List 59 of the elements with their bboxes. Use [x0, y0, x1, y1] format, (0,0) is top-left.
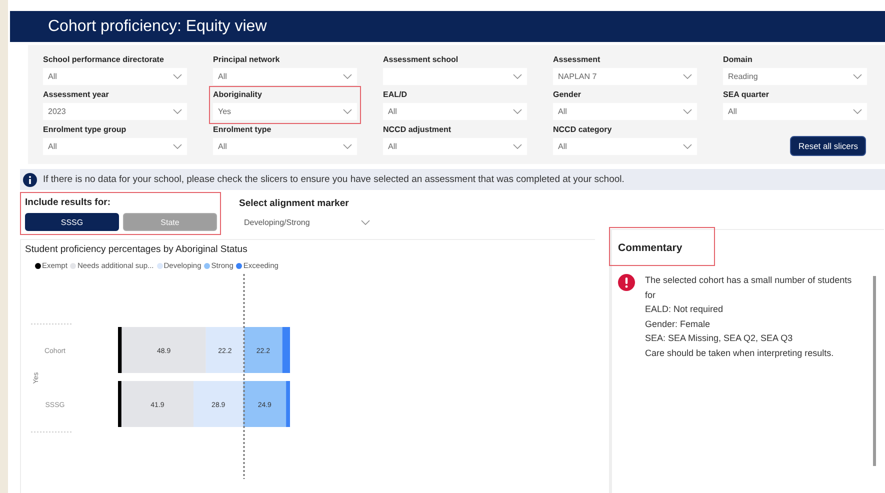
- filter-dropdown[interactable]: [383, 68, 527, 85]
- commentary-line: SEA: SEA Missing, SEA Q2, SEA Q3: [645, 332, 794, 346]
- filter-dropdown[interactable]: 2023: [43, 103, 187, 120]
- chevron-down-icon: [683, 109, 692, 114]
- chevron-down-icon: [361, 220, 370, 225]
- filter-dropdown[interactable]: NAPLAN 7: [553, 68, 697, 85]
- reset-button[interactable]: Reset all slicers: [790, 136, 866, 156]
- filter-label: Enrolment type group: [43, 125, 128, 134]
- filter-label: Enrolment type: [213, 125, 272, 134]
- filter-label: SEA quarter: [723, 90, 770, 99]
- commentary-title: Commentary: [618, 242, 682, 254]
- filter-label: Aboriginality: [213, 90, 263, 99]
- filter-dropdown[interactable]: All: [553, 138, 697, 155]
- chevron-down-icon: [853, 74, 862, 79]
- commentary-line: EALD: Not required: [645, 303, 724, 316]
- chevron-down-icon: [343, 109, 352, 114]
- filter-dropdown[interactable]: All: [383, 138, 527, 155]
- commentary-line: The selected cohort has a small number of students for: [645, 274, 853, 302]
- filter-dropdown[interactable]: All: [213, 138, 357, 155]
- filter-label: Assessment: [553, 55, 602, 64]
- chevron-down-icon: [683, 74, 692, 79]
- chevron-down-icon: [513, 109, 522, 114]
- chevron-down-icon: [343, 74, 352, 79]
- alignment-label: Select alignment marker: [239, 198, 350, 209]
- filter-label: Assessment year: [43, 90, 110, 99]
- filter-label: EAL/D: [383, 90, 408, 99]
- page-title: Cohort proficiency: Equity view: [48, 18, 267, 36]
- filter-label: School performance directorate: [43, 55, 165, 64]
- scrollbar[interactable]: [873, 276, 876, 466]
- filter-dropdown[interactable]: Reading: [723, 68, 867, 85]
- info-message: If there is no data for your school, please check the slicers to ensure you have selected an assessment that was completed at your school.: [43, 174, 624, 185]
- chevron-down-icon: [343, 144, 352, 149]
- commentary-line: Care should be taken when interpreting results.: [645, 346, 835, 360]
- filter-label: Principal network: [213, 55, 281, 64]
- filter-dropdown[interactable]: All: [43, 138, 187, 155]
- info-icon: [23, 172, 37, 186]
- filter-dropdown[interactable]: All: [213, 68, 357, 85]
- chevron-down-icon: [513, 144, 522, 149]
- filter-dropdown[interactable]: All: [723, 103, 867, 120]
- filter-dropdown[interactable]: All: [43, 68, 187, 85]
- filter-dropdown[interactable]: All: [553, 103, 697, 120]
- chevron-down-icon: [683, 144, 692, 149]
- include-label: Include results for:: [25, 197, 112, 208]
- chevron-down-icon: [173, 109, 182, 114]
- filter-label: NCCD category: [553, 125, 613, 134]
- filter-dropdown[interactable]: Yes: [213, 103, 357, 120]
- chevron-down-icon: [853, 109, 862, 114]
- filter-label: NCCD adjustment: [383, 125, 452, 134]
- filter-label: Domain: [723, 55, 754, 64]
- toggle-button[interactable]: SSSG: [25, 213, 119, 231]
- chevron-down-icon: [173, 144, 182, 149]
- alert-icon: [618, 274, 635, 291]
- chart-title: Student proficiency percentages by Aboriginal Status: [25, 244, 248, 255]
- commentary-line: Gender: Female: [645, 318, 712, 331]
- filter-label: Gender: [553, 90, 582, 99]
- filter-label: Assessment school: [383, 55, 460, 64]
- chevron-down-icon: [173, 74, 182, 79]
- filter-dropdown[interactable]: All: [383, 103, 527, 120]
- chevron-down-icon: [513, 74, 522, 79]
